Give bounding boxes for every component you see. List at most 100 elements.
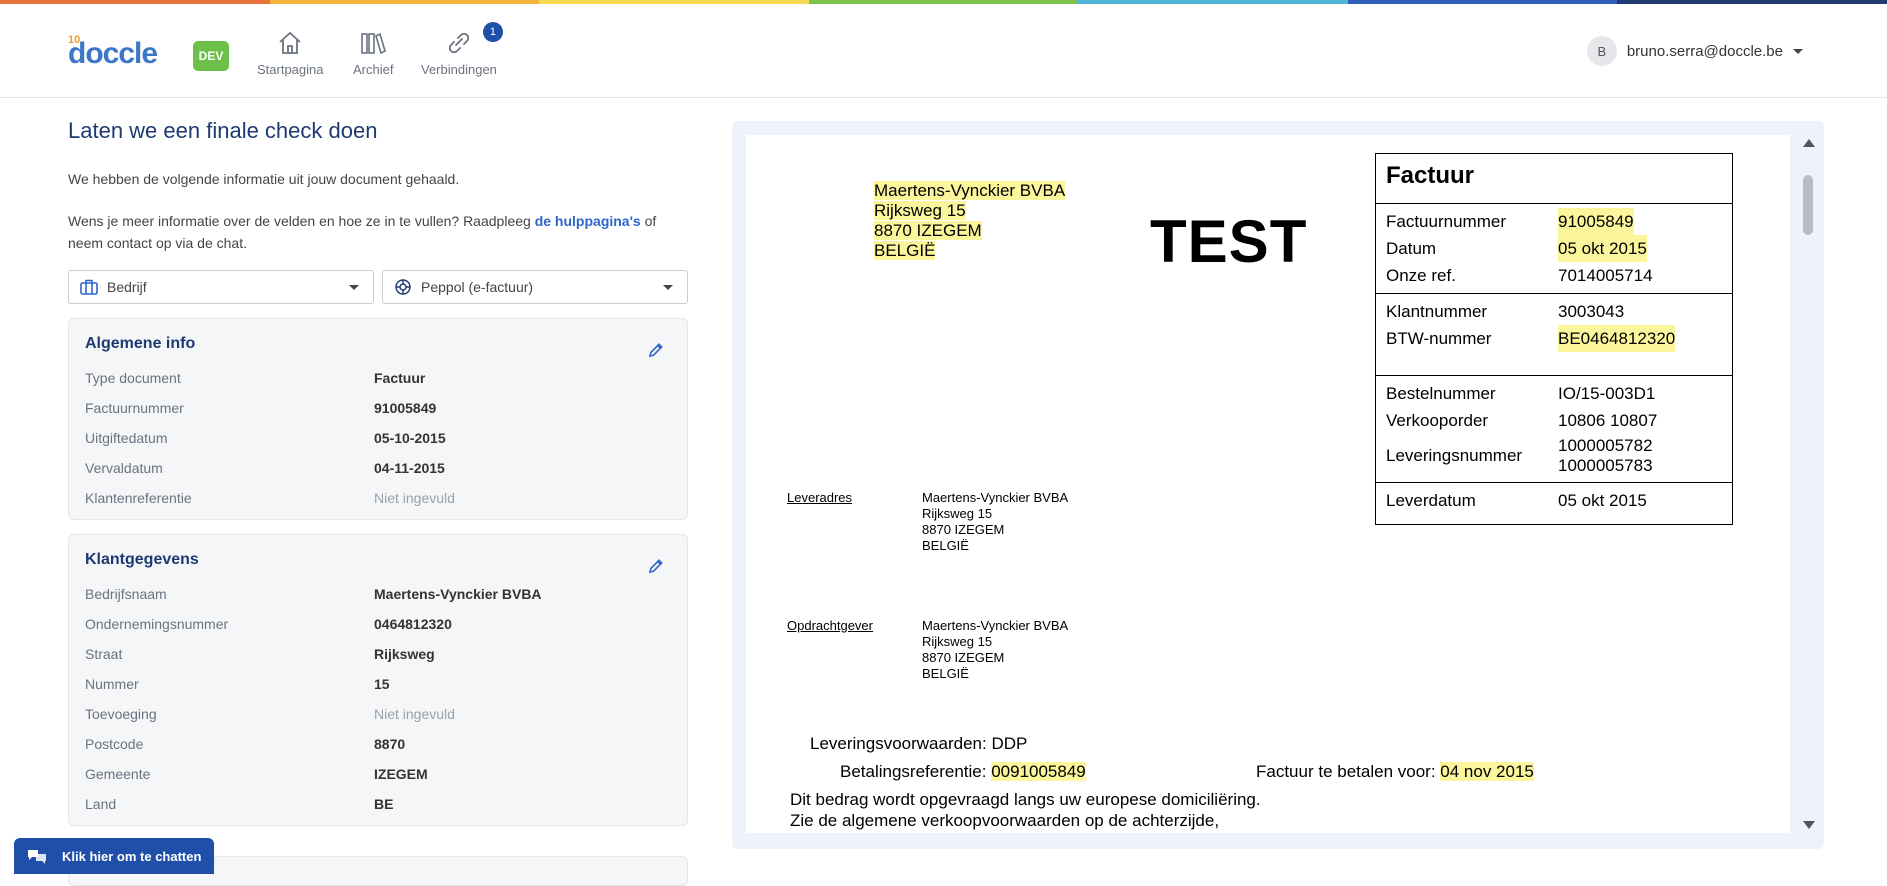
invoice-field: Leveringsnummer 1000005782 1000005783 [1386, 434, 1732, 478]
pay-by-label: Factuur te betalen voor: [1256, 762, 1441, 781]
invoice-field: BTW-nummer BE0464812320 [1386, 325, 1732, 352]
nav-label: Archief [353, 62, 394, 77]
env-badge: DEV [193, 41, 229, 71]
field-value: 15 [374, 676, 390, 692]
invoice-field-label: Leverdatum [1386, 491, 1476, 510]
help-page-link[interactable]: de hulppagina's [535, 213, 641, 229]
field-row: Nummer 15 [85, 669, 671, 699]
nav-label: Verbindingen [421, 62, 497, 77]
chat-button[interactable]: Klik hier om te chatten [14, 838, 214, 874]
user-menu[interactable]: B bruno.serra@doccle.be [1586, 36, 1803, 66]
briefcase-icon [80, 279, 98, 295]
select-value: Peppol (e-factuur) [421, 279, 534, 295]
field-value: Rijksweg [374, 646, 435, 662]
field-value: Factuur [374, 370, 426, 386]
field-label: Factuurnummer [85, 400, 184, 416]
invoice-field-value-line: 1000005782 [1558, 436, 1653, 455]
field-value: 91005849 [374, 400, 437, 416]
field-value: BE [374, 796, 394, 812]
intro-text: We hebben de volgende informatie uit jou… [68, 171, 460, 187]
field-value: Niet ingevuld [374, 706, 455, 722]
field-value: IZEGEM [374, 766, 428, 782]
field-label: Toevoeging [85, 706, 157, 722]
nav-archief[interactable]: Archief [353, 30, 393, 77]
pencil-icon[interactable] [647, 341, 665, 359]
field-value: 8870 [374, 736, 406, 752]
field-row: Type document Factuur [85, 363, 671, 393]
field-row: Vervaldatum 04-11-2015 [85, 453, 671, 483]
invoice-field-value: 05 okt 2015 [1558, 235, 1647, 262]
address-line: Rijksweg 15 [874, 201, 966, 220]
user-email: bruno.serra@doccle.be [1626, 42, 1783, 60]
delivery-address: Maertens-Vynckier BVBA Rijksweg 15 8870 … [922, 490, 1068, 554]
scroll-up-icon[interactable] [1803, 139, 1815, 147]
domiciliation-note: Dit bedrag wordt opgevraagd langs uw eur… [790, 790, 1261, 809]
channel-select[interactable]: Peppol (e-factuur) [382, 270, 688, 304]
scroll-thumb[interactable] [1803, 175, 1813, 235]
address-line: Maertens-Vynckier BVBA [922, 490, 1069, 505]
address-line: BELGIË [874, 241, 936, 260]
card-title: Klantgegevens [85, 551, 199, 568]
invoice-summary-box: Factuur Factuurnummer 91005849 Datum 05 ok… [1375, 153, 1733, 525]
invoice-field-label: Bestelnummer [1386, 384, 1496, 403]
link-icon [448, 32, 470, 54]
invoice-field-label: Onze ref. [1386, 266, 1456, 285]
invoice-field: Onze ref. 7014005714 [1386, 262, 1732, 289]
invoice-field-value: 7014005714 [1558, 266, 1653, 285]
general-info-card: Algemene info Type document Factuur Factu… [68, 318, 688, 520]
recipient-address: Maertens-Vynckier BVBA Rijksweg 15 8870 … [874, 181, 1066, 261]
field-label: Straat [85, 646, 123, 662]
delivery-terms: Leveringsvoorwaarden: DDP [810, 734, 1028, 753]
nav-verbindingen[interactable]: Verbindingen 1 [421, 22, 503, 77]
payment-reference-value: 0091005849 [991, 762, 1086, 781]
chevron-down-icon [349, 285, 359, 290]
invoice-preview[interactable]: Maertens-Vynckier BVBA Rijksweg 15 8870 … [746, 135, 1790, 833]
chevron-down-icon [663, 285, 673, 290]
chat-bubbles-icon [28, 850, 46, 864]
select-value: Bedrijf [107, 279, 147, 295]
field-row: Land BE [85, 789, 671, 819]
field-label: Type document [85, 370, 181, 386]
nav-label: Startpagina [257, 62, 324, 77]
invoice-field: Datum 05 okt 2015 [1386, 235, 1732, 262]
invoice-field: Bestelnummer IO/15-003D1 [1386, 380, 1732, 407]
address-line: 8870 IZEGEM [922, 650, 1005, 665]
archive-icon [361, 32, 387, 55]
home-icon [279, 31, 301, 54]
pencil-icon[interactable] [647, 557, 665, 575]
field-label: Vervaldatum [85, 460, 163, 476]
document-scrollbar[interactable] [1800, 135, 1816, 833]
payment-reference: Betalingsreferentie: 0091005849 [840, 761, 1086, 783]
invoice-field: Leverdatum 05 okt 2015 [1386, 487, 1732, 514]
address-line: 8870 IZEGEM [922, 522, 1005, 537]
field-label: Uitgiftedatum [85, 430, 168, 446]
field-row: Factuurnummer 91005849 [85, 393, 671, 423]
scroll-down-icon[interactable] [1803, 821, 1815, 829]
check-panel: Laten we een finale check doen We hebben… [68, 118, 688, 826]
field-label: Klantenreferentie [85, 490, 192, 506]
logo-wordmark: doccle [68, 37, 158, 70]
nav-startpagina[interactable]: Startpagina [257, 30, 324, 77]
field-label: Gemeente [85, 766, 151, 782]
field-value: 04-11-2015 [374, 460, 445, 476]
address-line: Maertens-Vynckier BVBA [922, 618, 1069, 633]
notification-badge: 1 [482, 22, 503, 42]
invoice-field-label: Datum [1386, 239, 1437, 258]
invoice-field: Klantnummer 3003043 [1386, 298, 1732, 325]
invoice-field-value: BE0464812320 [1558, 325, 1676, 352]
field-row: Toevoeging Niet ingevuld [85, 699, 671, 729]
orderer-address: Maertens-Vynckier BVBA Rijksweg 15 8870 … [922, 618, 1068, 682]
field-value: 05-10-2015 [374, 430, 446, 446]
field-row: Bedrijfsnaam Maertens-Vynckier BVBA [85, 579, 671, 609]
doccle-logo[interactable]: 10 doccle [68, 34, 158, 70]
address-line: Rijksweg 15 [922, 634, 993, 649]
field-label: Bedrijfsnaam [85, 586, 167, 602]
invoice-section: Leverdatum 05 okt 2015 [1376, 483, 1732, 518]
invoice-field-value-line: 1000005783 [1558, 456, 1653, 475]
address-line: BELGIË [922, 666, 969, 681]
recipient-type-select[interactable]: Bedrijf [68, 270, 374, 304]
customer-info-card: Klantgegevens Bedrijfsnaam Maertens-Vynck… [68, 534, 688, 826]
orderer-label: Opdrachtgever [787, 618, 873, 633]
invoice-field: Factuurnummer 91005849 [1386, 208, 1732, 235]
avatar: B [1586, 36, 1617, 66]
